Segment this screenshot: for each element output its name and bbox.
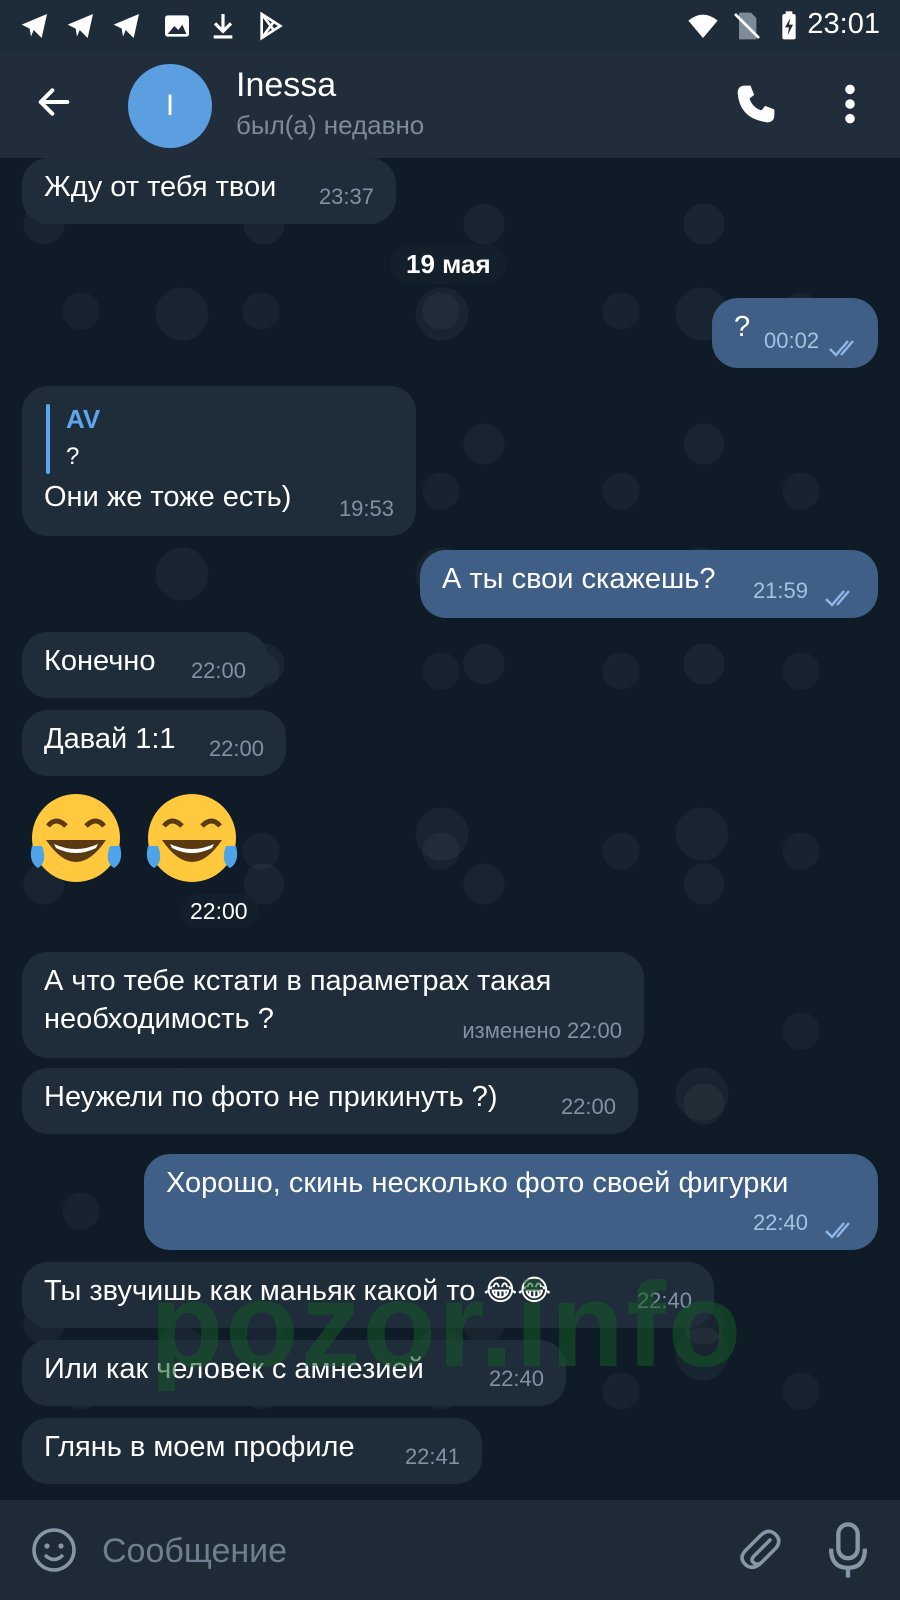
chat-header: I Inessa был(а) недавно <box>0 52 900 158</box>
message-text: А ты свои скажешь? <box>442 563 716 595</box>
message-time: 21:59 <box>752 578 808 603</box>
message-composer <box>0 1500 900 1600</box>
watermark: pozor.info <box>150 1258 744 1392</box>
reply-quote-bar <box>46 404 50 474</box>
outgoing-message[interactable]: А ты свои скажешь? 21:59 <box>420 550 878 618</box>
emoji-smile-icon[interactable] <box>30 1526 78 1574</box>
message-time: 19:53 <box>338 496 394 521</box>
contact-name[interactable]: Inessa <box>236 66 336 105</box>
message-text: Хорошо, скинь несколько фото своей фигур… <box>166 1167 789 1199</box>
contact-status: был(а) недавно <box>236 110 425 140</box>
double-check-icon <box>829 340 854 357</box>
incoming-message[interactable]: Глянь в моем профиле 22:41 <box>22 1418 482 1484</box>
telegram-notification-icon <box>113 14 139 38</box>
double-check-icon <box>825 590 850 607</box>
message-time: 22:00 <box>560 1094 616 1119</box>
message-time: 22:00 <box>208 736 264 761</box>
message-text: Конечно <box>44 645 156 677</box>
incoming-message[interactable]: А что тебе кстати в параметрах такая нео… <box>22 952 644 1058</box>
message-time: 22:41 <box>404 1444 460 1469</box>
avatar[interactable]: I <box>128 64 212 148</box>
download-notification-icon <box>213 14 233 39</box>
message-time: 00:02 <box>764 328 820 353</box>
message-text: Глянь в моем профиле <box>44 1431 355 1463</box>
microphone-icon[interactable] <box>828 1522 868 1580</box>
message-text: Жду от тебя твои <box>44 171 277 203</box>
message-text: Давай 1:1 <box>44 723 176 755</box>
attach-paperclip-icon[interactable] <box>736 1524 784 1576</box>
message-input[interactable] <box>100 1522 684 1580</box>
incoming-message[interactable]: Жду от тебя твои 23:37 <box>22 158 396 224</box>
play-store-notification-icon <box>260 11 283 41</box>
incoming-message[interactable]: AV ? Они же тоже есть) 19:53 <box>22 386 416 536</box>
chat-area[interactable]: Жду от тебя твои 23:37 19 мая ? 00:02 AV… <box>0 158 900 1500</box>
reply-author[interactable]: AV <box>66 400 100 438</box>
telegram-notification-icon <box>21 14 47 38</box>
message-time: 22:00 <box>190 658 246 683</box>
more-menu-icon[interactable] <box>840 82 860 126</box>
outgoing-message[interactable]: ? 00:02 <box>712 298 878 368</box>
incoming-message[interactable]: Давай 1:1 22:00 <box>22 710 286 776</box>
date-separator: 19 мая <box>390 244 507 284</box>
message-text: Неужели по фото не прикинуть ?) <box>44 1081 498 1113</box>
tears-of-joy-emoji-icon <box>30 794 122 882</box>
status-time: 23:01 <box>807 8 880 40</box>
message-time: 23:37 <box>318 184 374 209</box>
emoji-message[interactable] <box>22 788 252 888</box>
telegram-notification-icon <box>67 14 93 38</box>
incoming-message[interactable]: Неужели по фото не прикинуть ?) 22:00 <box>22 1068 638 1134</box>
image-notification-icon <box>165 15 189 37</box>
tears-of-joy-emoji-icon <box>146 794 238 882</box>
message-time: 22:40 <box>752 1210 808 1235</box>
back-arrow-icon[interactable] <box>34 82 74 122</box>
status-bar: 23:01 <box>0 0 900 52</box>
no-sim-icon <box>734 12 760 40</box>
message-text: Они же тоже есть) <box>44 481 292 513</box>
wifi-icon <box>688 14 718 38</box>
outgoing-message[interactable]: Хорошо, скинь несколько фото своей фигур… <box>144 1154 878 1250</box>
reply-text: ? <box>66 443 80 470</box>
incoming-message[interactable]: Конечно 22:00 <box>22 632 268 698</box>
message-time: изменено 22:00 <box>462 1018 622 1043</box>
message-time: 22:00 <box>180 894 258 928</box>
battery-charging-icon <box>782 11 796 40</box>
message-text-line1: А что тебе кстати в параметрах такая <box>44 965 552 997</box>
phone-call-icon[interactable] <box>734 82 778 126</box>
message-text: ? <box>734 311 751 343</box>
double-check-icon <box>825 1222 850 1239</box>
